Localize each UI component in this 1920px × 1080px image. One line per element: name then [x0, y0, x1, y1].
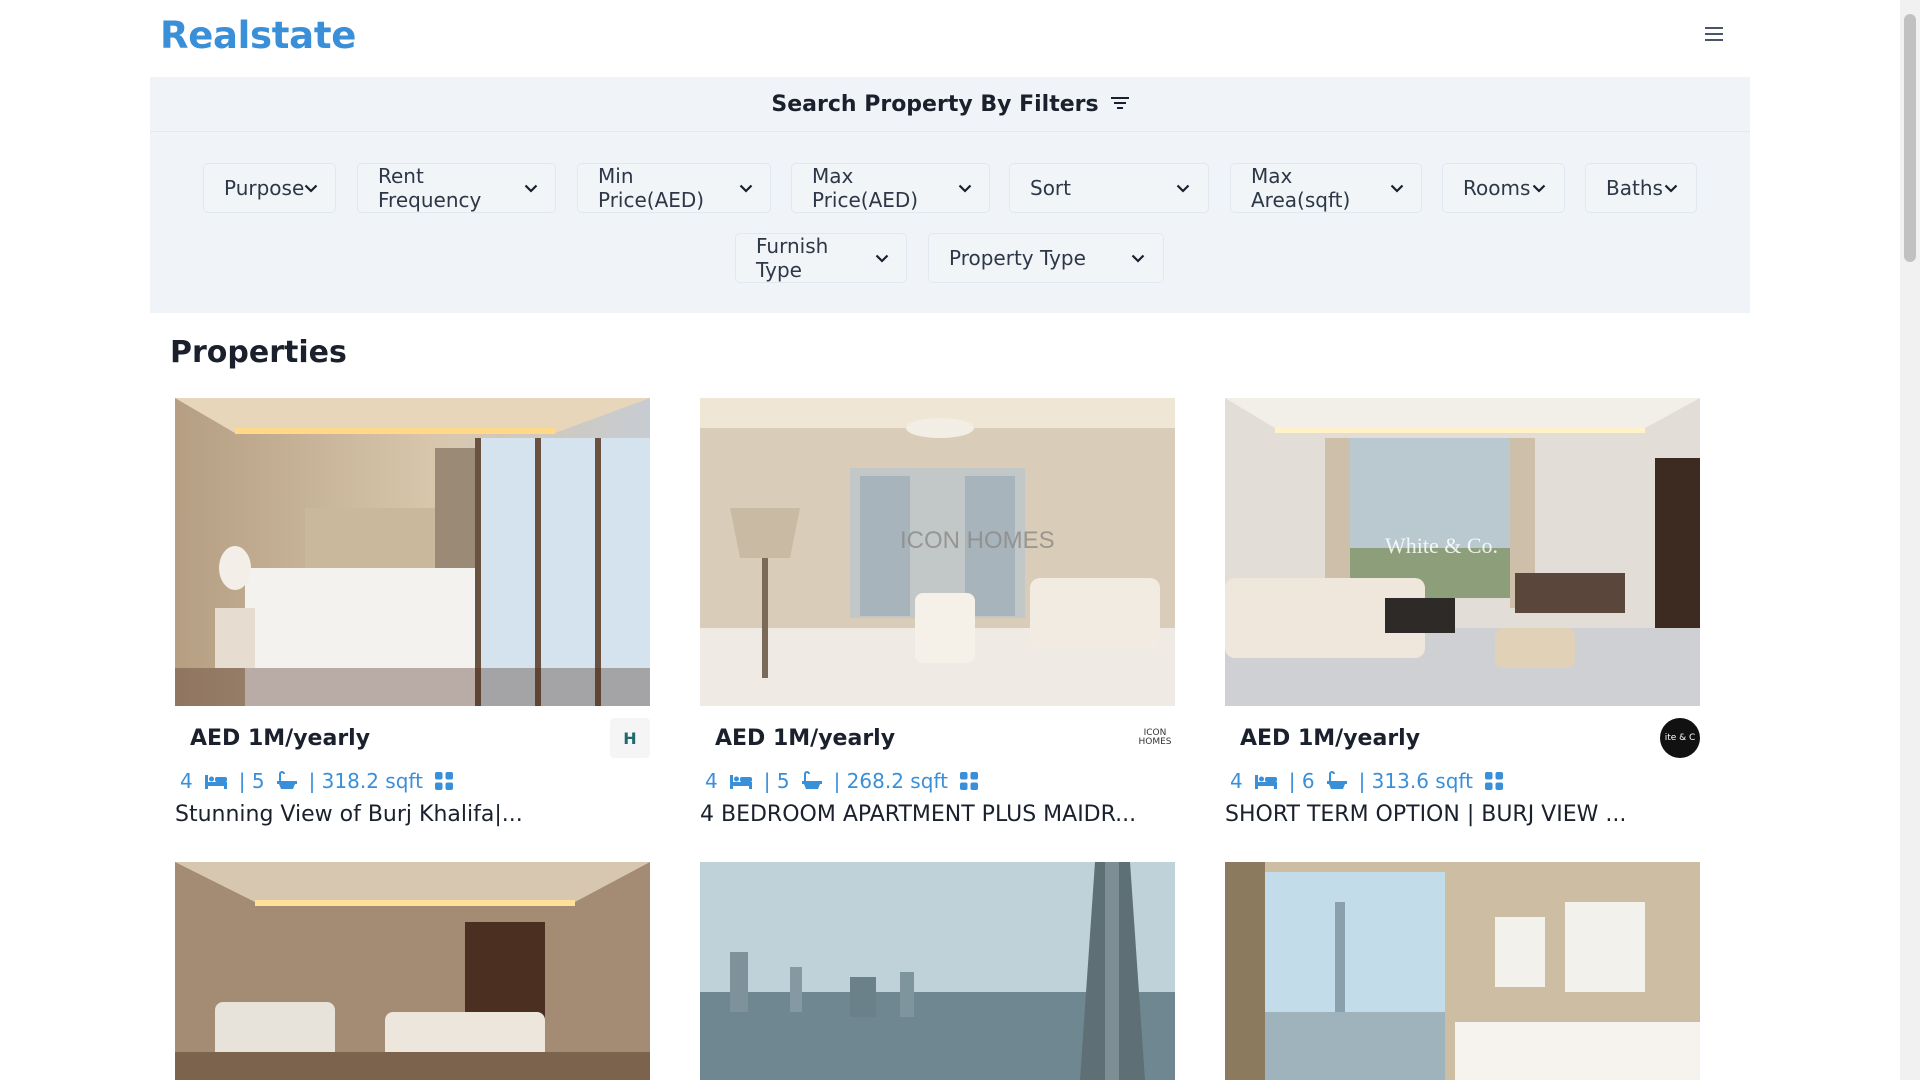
scrollbar-thumb[interactable] [1904, 14, 1916, 262]
select-label: Sort [1030, 176, 1071, 200]
hamburger-menu-icon[interactable] [1702, 22, 1726, 46]
property-photo[interactable] [1225, 862, 1700, 1080]
price: AED 1M/yearly [190, 725, 371, 751]
filters-header[interactable]: Search Property By Filters [150, 77, 1750, 132]
watermark: ICON HOMES [900, 527, 1055, 554]
property-card[interactable]: ICON HOMES AED 1M/yearly ICON HOMES 4 | … [700, 398, 1175, 827]
select-label: Purpose [224, 176, 305, 200]
baths-count: | 5 [763, 769, 790, 793]
baths-count: | 6 [1288, 769, 1315, 793]
select-rent-frequency[interactable]: Rent Frequency [357, 163, 556, 213]
select-purpose[interactable]: Purpose [203, 163, 336, 213]
property-stats: 4 | 5 | 318.2 sqft [180, 766, 453, 796]
agency-logo[interactable]: H [610, 718, 650, 758]
rooms-count: 4 [180, 769, 193, 793]
area-value: | 318.2 sqft [308, 769, 423, 793]
property-card[interactable] [1225, 862, 1700, 1080]
select-label: Property Type [949, 246, 1086, 270]
chevron-down-icon [524, 180, 539, 196]
baths-count: | 5 [238, 769, 265, 793]
chevron-down-icon [1664, 180, 1680, 196]
grid-icon [1484, 772, 1503, 790]
property-card[interactable] [700, 862, 1175, 1080]
bed-icon [204, 773, 227, 789]
price-row: AED 1M/yearly ite & C [1240, 718, 1700, 758]
chevron-down-icon [958, 180, 973, 196]
bath-icon [801, 771, 822, 791]
property-photo[interactable]: ICON HOMES [700, 398, 1175, 706]
property-stats: 4 | 5 | 268.2 sqft [705, 766, 978, 796]
property-stats: 4 | 6 | 313.6 sqft [1230, 766, 1503, 796]
property-title[interactable]: 4 BEDROOM APARTMENT PLUS MAIDR... [700, 802, 1136, 827]
property-card[interactable]: AED 1M/yearly H 4 | 5 | 318.2 sqft Stunn… [175, 398, 650, 827]
chevron-down-icon [1176, 180, 1192, 196]
price: AED 1M/yearly [1240, 725, 1421, 751]
select-min-price[interactable]: Min Price(AED) [577, 163, 771, 213]
select-label: Max Area(sqft) [1251, 164, 1351, 212]
chevron-down-icon [304, 180, 319, 196]
select-label: Max Price(AED) [812, 164, 919, 212]
select-label: Furnish Type [756, 234, 829, 282]
agency-logo[interactable]: ite & C [1660, 718, 1700, 758]
rooms-count: 4 [705, 769, 718, 793]
property-card[interactable] [175, 862, 650, 1080]
select-furnish-type[interactable]: Furnish Type [735, 233, 907, 283]
chevron-down-icon [1390, 180, 1405, 196]
select-label: Min Price(AED) [598, 164, 705, 212]
bath-icon [1326, 771, 1347, 791]
property-photo[interactable] [700, 862, 1175, 1080]
filter-icon [1110, 95, 1129, 114]
chevron-down-icon [1131, 250, 1147, 266]
grid-icon [434, 772, 453, 790]
select-property-type[interactable]: Property Type [928, 233, 1164, 283]
navbar: Realstate [0, 0, 1900, 77]
select-max-area[interactable]: Max Area(sqft) [1230, 163, 1422, 213]
bed-icon [1254, 773, 1277, 789]
property-title[interactable]: Stunning View of Burj Khalifa|... [175, 802, 523, 827]
select-max-price[interactable]: Max Price(AED) [791, 163, 990, 213]
chevron-down-icon [875, 250, 890, 266]
page-scrollbar[interactable] [1900, 0, 1920, 1080]
select-label: Baths [1606, 176, 1663, 200]
area-value: | 313.6 sqft [1358, 769, 1473, 793]
property-photo[interactable] [175, 862, 650, 1080]
price-row: AED 1M/yearly H [190, 718, 650, 758]
select-rooms[interactable]: Rooms [1442, 163, 1565, 213]
properties-heading: Properties [170, 335, 347, 370]
price-row: AED 1M/yearly ICON HOMES [715, 718, 1175, 758]
rooms-count: 4 [1230, 769, 1243, 793]
bath-icon [276, 771, 297, 791]
property-photo[interactable]: White & Co. [1225, 398, 1700, 706]
chevron-down-icon [1532, 180, 1548, 196]
property-photo[interactable] [175, 398, 650, 706]
grid-icon [959, 772, 978, 790]
agency-logo[interactable]: ICON HOMES [1135, 718, 1175, 758]
chevron-down-icon [739, 180, 754, 196]
select-label: Rent Frequency [378, 164, 482, 212]
bed-icon [729, 773, 752, 789]
select-baths[interactable]: Baths [1585, 163, 1697, 213]
watermark: White & Co. [1385, 533, 1498, 558]
property-title[interactable]: SHORT TERM OPTION | BURJ VIEW ... [1225, 802, 1626, 827]
price: AED 1M/yearly [715, 725, 896, 751]
filters-title: Search Property By Filters [771, 91, 1099, 117]
logo[interactable]: Realstate [160, 14, 356, 57]
area-value: | 268.2 sqft [833, 769, 948, 793]
select-label: Rooms [1463, 176, 1531, 200]
property-card[interactable]: White & Co. AED 1M/yearly ite & C 4 | 6 … [1225, 398, 1700, 827]
select-sort[interactable]: Sort [1009, 163, 1209, 213]
